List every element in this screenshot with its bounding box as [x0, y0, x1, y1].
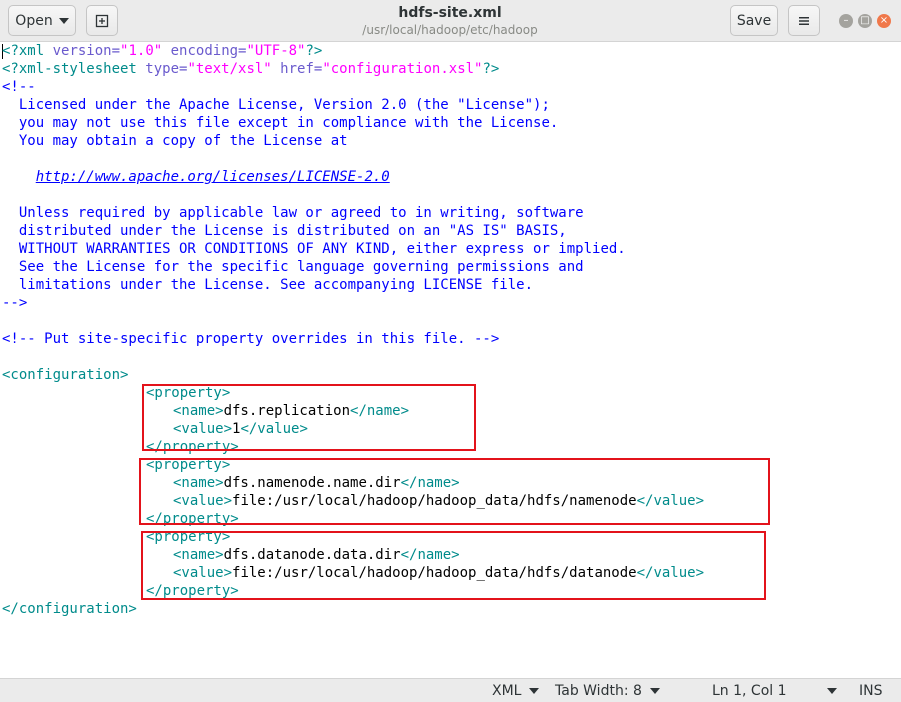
- code-line-3: <!--: [2, 79, 36, 95]
- title-area: hdfs-site.xml /usr/local/hadoop/etc/hado…: [300, 5, 600, 38]
- insert-mode-indicator[interactable]: INS: [859, 682, 883, 700]
- highlight-box-replication: [142, 384, 476, 451]
- code-line-32: </configuration>: [2, 601, 137, 617]
- tab-width-label: Tab Width: 8: [555, 683, 642, 699]
- tab-width-selector[interactable]: Tab Width: 8: [555, 682, 660, 700]
- file-path: /usr/local/hadoop/etc/hadoop: [362, 23, 538, 37]
- chevron-down-icon: [826, 688, 837, 694]
- highlight-box-datanode: [141, 531, 766, 600]
- close-button[interactable]: ×: [877, 14, 891, 28]
- language-label: XML: [492, 683, 522, 699]
- minimize-icon: –: [843, 15, 849, 26]
- code-line-11: distributed under the License is distrib…: [2, 223, 567, 239]
- chevron-down-icon: [58, 17, 69, 24]
- language-selector[interactable]: XML: [492, 682, 540, 700]
- close-icon: ×: [879, 15, 889, 26]
- text-editor[interactable]: <?xml version="1.0" encoding="UTF-8"?> <…: [0, 42, 901, 678]
- status-bar: XML Tab Width: 8 Ln 1, Col 1 INS: [0, 678, 901, 702]
- maximize-icon: □: [860, 15, 870, 26]
- save-button[interactable]: Save: [730, 5, 778, 36]
- code-line-17: <!-- Put site-specific property override…: [2, 331, 500, 347]
- code-line-15: -->: [2, 295, 28, 311]
- header-bar: Open hdfs-site.xml /usr/local/hadoop/etc…: [0, 0, 901, 42]
- cursor-position-selector[interactable]: Ln 1, Col 1: [712, 682, 837, 700]
- code-line-8: http://www.apache.org/licenses/LICENSE-2…: [2, 168, 390, 186]
- open-button[interactable]: Open: [8, 5, 76, 36]
- cursor-position-label: Ln 1, Col 1: [712, 683, 787, 699]
- license-link[interactable]: http://www.apache.org/licenses/LICENSE-2…: [36, 169, 390, 185]
- code-line-14: limitations under the License. See accom…: [2, 277, 534, 293]
- code-line-13: See the License for the specific languag…: [2, 259, 584, 275]
- new-document-icon: [95, 14, 109, 27]
- highlight-box-namenode: [139, 458, 770, 525]
- code-line-2: <?xml-stylesheet type="text/xsl" href="c…: [2, 61, 500, 77]
- text-cursor: [2, 43, 3, 59]
- minimize-button[interactable]: –: [839, 14, 853, 28]
- maximize-button[interactable]: □: [858, 14, 872, 28]
- menu-button[interactable]: [788, 5, 820, 36]
- code-line-19: <configuration>: [2, 367, 129, 383]
- window-title: hdfs-site.xml: [398, 5, 502, 21]
- code-line-4: Licensed under the Apache License, Versi…: [2, 97, 550, 113]
- chevron-down-icon: [649, 688, 660, 694]
- chevron-down-icon: [529, 688, 540, 694]
- code-line-6: You may obtain a copy of the License at: [2, 133, 348, 149]
- code-line-1: <?xml version="1.0" encoding="UTF-8"?>: [2, 43, 323, 59]
- open-button-label: Open: [15, 12, 53, 29]
- hamburger-icon: [799, 16, 809, 25]
- code-line-12: WITHOUT WARRANTIES OR CONDITIONS OF ANY …: [2, 241, 626, 257]
- new-tab-button[interactable]: [86, 5, 118, 36]
- code-line-5: you may not use this file except in comp…: [2, 115, 559, 131]
- code-line-10: Unless required by applicable law or agr…: [2, 205, 584, 221]
